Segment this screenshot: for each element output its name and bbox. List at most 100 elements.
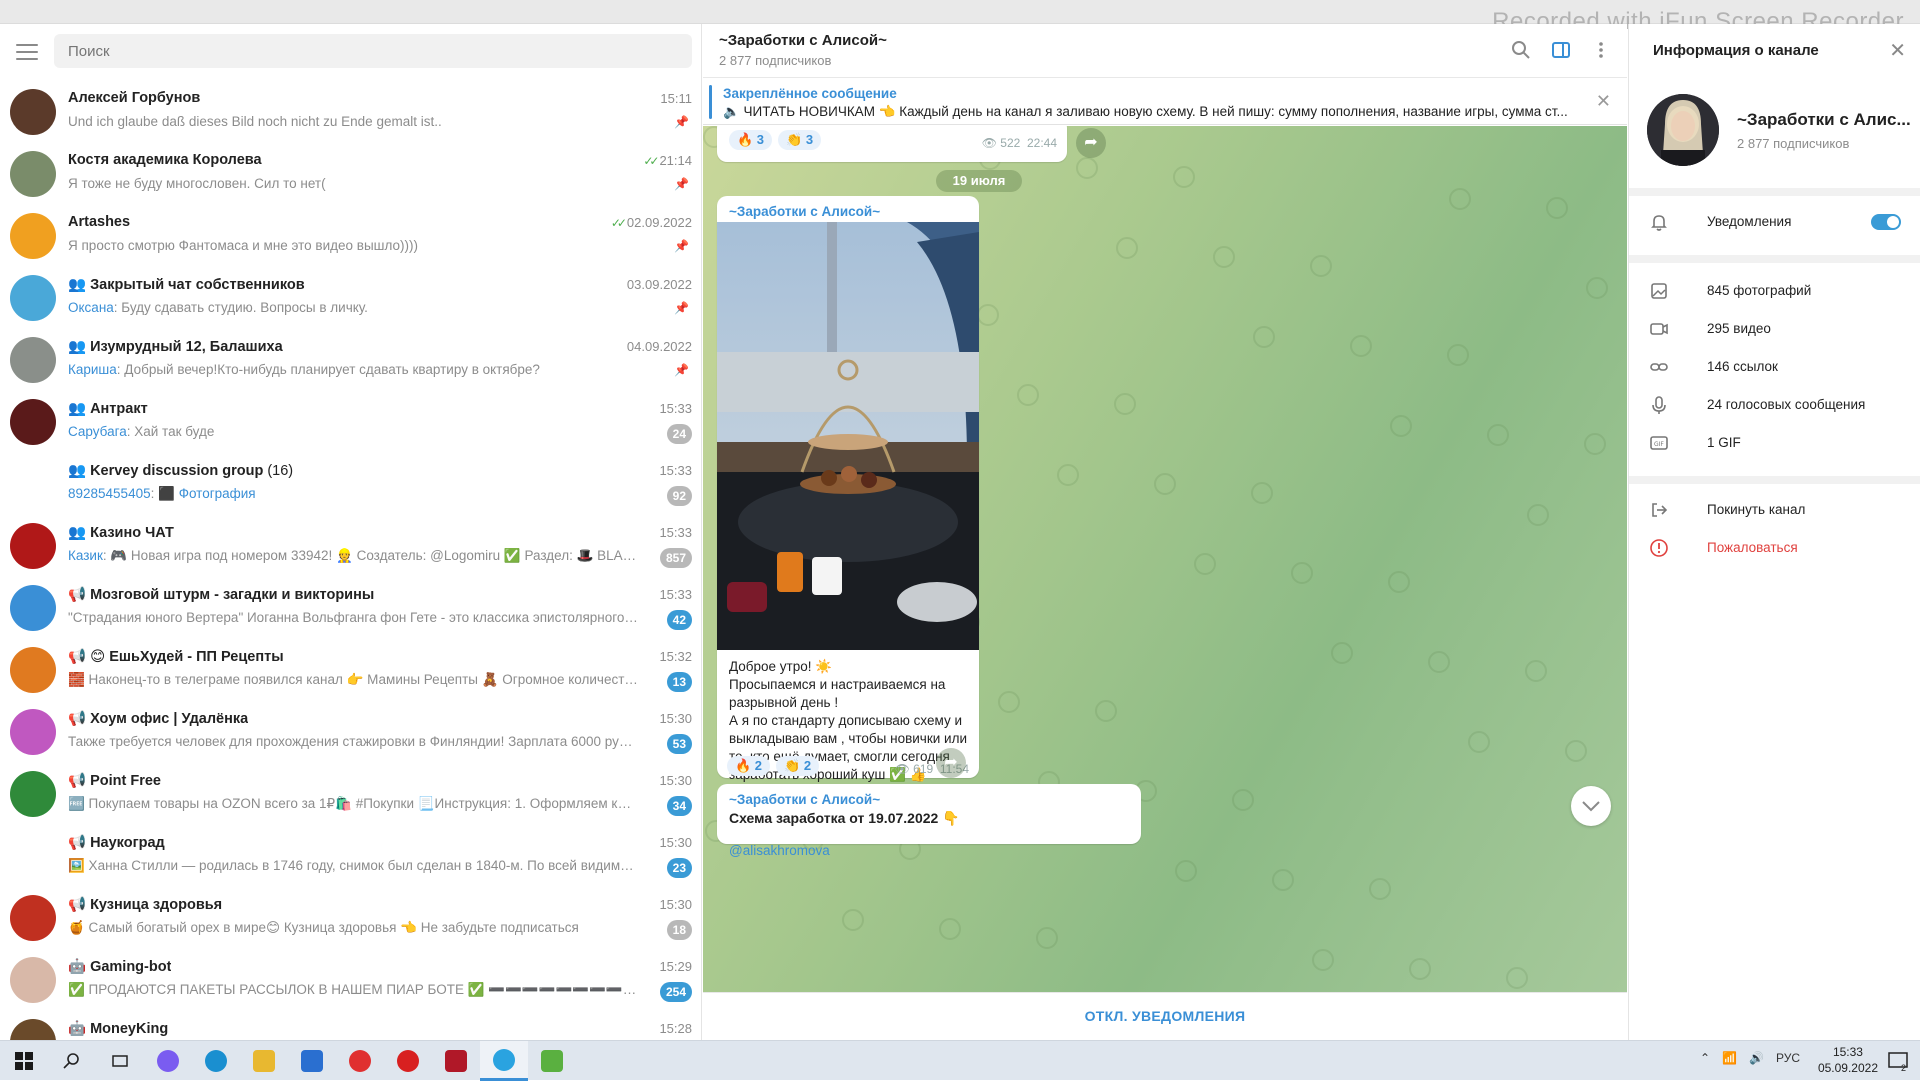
- search-icon[interactable]: [1511, 40, 1531, 60]
- chat-list-item[interactable]: 📢 Мозговой штурм - загадки и викторины 15:…: [0, 578, 701, 640]
- reaction-chip[interactable]: 👏 2: [776, 756, 820, 776]
- start-icon[interactable]: [0, 1041, 48, 1081]
- chat-list-item[interactable]: Artashes 02.09.2022 Я просто смотрю Фантом…: [0, 206, 701, 268]
- close-pinned-icon[interactable]: ✕: [1596, 91, 1611, 112]
- unread-badge: 254: [659, 982, 692, 1002]
- message-bubble[interactable]: 🔥 3 👏 3 👁 522 22:44: [717, 126, 1067, 162]
- background-doodle: [1312, 949, 1334, 971]
- background-doodle: [1409, 958, 1431, 980]
- scroll-down-button[interactable]: [1571, 786, 1611, 826]
- reactions[interactable]: 🔥 3 👏 3: [729, 130, 822, 150]
- background-doodle: [1232, 789, 1254, 811]
- network-icon[interactable]: 📶: [1722, 1051, 1737, 1065]
- chat-list: Алексей Горбунов 15:11 Und ich glaube daß …: [0, 82, 701, 1040]
- media-row[interactable]: GIF 1 GIF: [1629, 424, 1920, 462]
- conversation-panel: ~Заработки с Алисой~ 2 877 подписчиков З…: [703, 24, 1627, 1040]
- chat-preview: Также требуется человек для прохождения …: [68, 734, 638, 749]
- close-icon[interactable]: ✕: [1889, 38, 1906, 63]
- media-row[interactable]: 24 голосовых сообщения: [1629, 386, 1920, 424]
- chat-preview: 🧱 Наконец-то в телеграме появился канал …: [68, 672, 638, 687]
- message-photo[interactable]: [717, 222, 979, 650]
- chat-list-item[interactable]: 📢 Кузница здоровья 15:30 🍯 Самый богатый ор…: [0, 888, 701, 950]
- chat-list-item[interactable]: 👥 Kervey discussion group (16) 15:33 892854…: [0, 454, 701, 516]
- message-bubble[interactable]: ~Заработки с Алисой~ Схема заработка от …: [717, 784, 1141, 844]
- media-label: 295 видео: [1707, 321, 1771, 336]
- background-doodle: [1527, 504, 1549, 526]
- message-author[interactable]: ~Заработки с Алисой~: [729, 792, 880, 807]
- chat-list-item[interactable]: 👥 Казино ЧАТ 15:33 Казик: 🎮 Новая игра под …: [0, 516, 701, 578]
- leave-channel-row[interactable]: Покинуть канал: [1629, 491, 1920, 529]
- chat-list-item[interactable]: 📢 Наукоград 15:30 🖼️ Ханна Стилли — родилас…: [0, 826, 701, 888]
- chat-preview: Und ich glaube daß dieses Bild noch nich…: [68, 114, 442, 129]
- telegram-icon[interactable]: [480, 1041, 528, 1081]
- chat-list-item[interactable]: 📢 Хоум офис | Удалёнка 15:30 Также требуетс…: [0, 702, 701, 764]
- chat-avatar: [10, 585, 56, 631]
- reaction-chip[interactable]: 👏 3: [778, 130, 822, 150]
- pinned-message[interactable]: Закреплённое сообщение 🔈 ЧИТАТЬ НОВИЧКАМ…: [703, 79, 1627, 125]
- background-doodle: [1449, 188, 1471, 210]
- chat-list-item[interactable]: 👥 Закрытый чат собственников 03.09.2022 Окс…: [0, 268, 701, 330]
- channel-title[interactable]: ~Заработки с Алисой~: [719, 32, 887, 49]
- search-taskbar-icon[interactable]: [48, 1041, 96, 1081]
- mute-notifications-button[interactable]: ОТКЛ. УВЕДОМЛЕНИЯ: [703, 992, 1627, 1040]
- background-doodle: [1447, 344, 1469, 366]
- chat-avatar: [10, 833, 56, 879]
- microphone-icon: [1649, 395, 1669, 415]
- chat-list-item[interactable]: 🤖 Gaming-bot 15:29 ✅ ПРОДАЮТСЯ ПАКЕТЫ РАССЫ…: [0, 950, 701, 1012]
- bluestacks-icon[interactable]: [528, 1041, 576, 1081]
- reaction-chip[interactable]: 🔥 2: [727, 756, 771, 776]
- media-row[interactable]: 295 видео: [1629, 310, 1920, 348]
- edge-icon[interactable]: [192, 1041, 240, 1081]
- chat-avatar: [10, 151, 56, 197]
- chat-list-item[interactable]: 👥 Изумрудный 12, Балашиха 04.09.2022 Кариша…: [0, 330, 701, 392]
- chat-time: 15:33: [659, 587, 692, 602]
- chat-name: 📢 😊 ЕшьХудей - ПП Рецепты: [68, 649, 284, 665]
- message-area[interactable]: 🔥 3 👏 3 👁 522 22:44 ➦ 19 июля ~Заработки …: [703, 126, 1627, 992]
- recorder-icon[interactable]: [432, 1041, 480, 1081]
- search-input[interactable]: [54, 34, 692, 68]
- hamburger-menu-icon[interactable]: [16, 44, 38, 60]
- pin-icon: 📌: [674, 239, 689, 253]
- notifications-row[interactable]: Уведомления: [1629, 203, 1920, 241]
- language-indicator[interactable]: РУС: [1776, 1051, 1800, 1065]
- clock[interactable]: 15:33 05.09.2022: [1818, 1044, 1878, 1076]
- yandex-icon[interactable]: [336, 1041, 384, 1081]
- reactions[interactable]: 🔥 2 👏 2: [727, 756, 820, 776]
- notifications-toggle[interactable]: [1871, 214, 1901, 230]
- chat-list-item[interactable]: 🤖 MoneyKing 15:28: [0, 1012, 701, 1040]
- unread-badge: 857: [659, 548, 692, 568]
- forward-icon[interactable]: ➦: [936, 748, 966, 778]
- task-view-icon[interactable]: [96, 1041, 144, 1081]
- chat-list-item[interactable]: 📢 😊 ЕшьХудей - ПП Рецепты 15:32 🧱 Наконец-т…: [0, 640, 701, 702]
- bell-icon: [1649, 212, 1669, 232]
- media-row[interactable]: 146 ссылок: [1629, 348, 1920, 386]
- cortana-icon[interactable]: [144, 1041, 192, 1081]
- channel-avatar[interactable]: [1647, 94, 1719, 166]
- pinned-text: 🔈 ЧИТАТЬ НОВИЧКАМ 👈 Каждый день на канал…: [723, 104, 1568, 119]
- reaction-chip[interactable]: 🔥 3: [729, 130, 773, 150]
- leave-icon: [1649, 500, 1669, 520]
- chevron-up-icon[interactable]: ⌃: [1700, 1051, 1710, 1065]
- mail-icon[interactable]: [288, 1041, 336, 1081]
- media-row[interactable]: 845 фотографий: [1629, 272, 1920, 310]
- system-tray[interactable]: ⌃ 📶 🔊 РУС: [1700, 1051, 1800, 1065]
- chat-list-item[interactable]: 👥 Антракт 15:33 Сарубага: Хай так буде 24: [0, 392, 701, 454]
- yandex-browser-icon[interactable]: [384, 1041, 432, 1081]
- chat-time: 15:30: [659, 897, 692, 912]
- message-line: Просыпаемся и настраиваемся на разрывной…: [729, 677, 946, 710]
- explorer-icon[interactable]: [240, 1041, 288, 1081]
- forward-icon[interactable]: ➦: [1076, 128, 1106, 158]
- message-author[interactable]: ~Заработки с Алисой~: [729, 204, 880, 219]
- volume-icon[interactable]: 🔊: [1749, 1051, 1764, 1065]
- message-link[interactable]: @alisakhromova: [729, 843, 830, 858]
- report-row[interactable]: Пожаловаться: [1629, 529, 1920, 567]
- background-doodle: [1154, 473, 1176, 495]
- chat-list-item[interactable]: 📢 Point Free 15:30 🆓 Покупаем товары на OZO…: [0, 764, 701, 826]
- message-bubble[interactable]: ~Заработки с Алисой~ Доброе утро! ☀️ Про…: [717, 196, 979, 858]
- notifications-icon[interactable]: 2: [1886, 1049, 1910, 1073]
- chat-list-item[interactable]: Костя академика Королева 21:14 Я тоже не б…: [0, 144, 701, 206]
- chat-avatar: [10, 771, 56, 817]
- sidebar-toggle-icon[interactable]: [1551, 40, 1571, 60]
- more-options-icon[interactable]: [1591, 40, 1611, 60]
- chat-list-item[interactable]: Алексей Горбунов 15:11 Und ich glaube daß …: [0, 82, 701, 144]
